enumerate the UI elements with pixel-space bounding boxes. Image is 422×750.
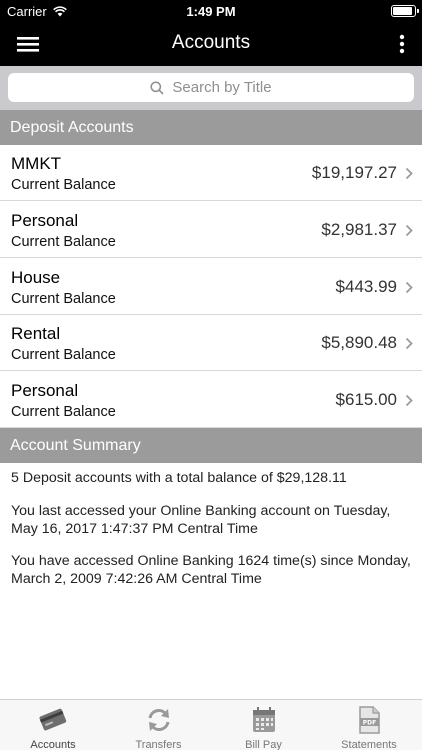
status-time: 1:49 PM xyxy=(186,4,236,19)
battery-icon xyxy=(391,5,419,17)
summary-access-count-text: You have accessed Online Banking 1624 ti… xyxy=(11,553,411,587)
account-balance-label: Current Balance xyxy=(11,234,116,250)
svg-text:PDF: PDF xyxy=(363,720,376,727)
kebab-menu-icon xyxy=(399,34,405,54)
transfers-arrows-icon xyxy=(148,709,169,731)
tab-accounts[interactable]: Accounts xyxy=(0,700,106,750)
page-title: Accounts xyxy=(171,32,251,53)
account-balance-label: Current Balance xyxy=(11,404,116,420)
account-summary-header: Account Summary xyxy=(0,428,422,463)
search-placeholder: Search by Title xyxy=(172,79,272,96)
account-balance: $2,981.37 xyxy=(321,220,397,239)
search-icon xyxy=(150,80,164,95)
account-balance: $5,890.48 xyxy=(321,333,397,352)
tab-label: Statements xyxy=(341,739,397,750)
tab-transfers[interactable]: Transfers xyxy=(106,700,211,750)
status-bar: Carrier 1:49 PM xyxy=(0,0,422,22)
summary-total-text: 5 Deposit accounts with a total balance … xyxy=(11,470,347,486)
search-area: Search by Title xyxy=(0,66,422,110)
chevron-right-icon xyxy=(405,224,413,237)
account-row[interactable]: Personal Current Balance $615.00 xyxy=(0,372,422,428)
accounts-card-icon xyxy=(39,708,67,731)
chevron-right-icon xyxy=(405,394,413,407)
account-balance-label: Current Balance xyxy=(11,177,116,193)
account-row[interactable]: Personal Current Balance $2,981.37 xyxy=(0,202,422,258)
account-name: MMKT xyxy=(11,154,62,173)
chevron-right-icon xyxy=(405,167,413,180)
tab-label: Bill Pay xyxy=(245,739,282,750)
account-balance: $19,197.27 xyxy=(311,163,397,182)
tab-statements[interactable]: PDF Statements xyxy=(316,700,422,750)
search-input[interactable]: Search by Title xyxy=(8,73,414,102)
account-balance-label: Current Balance xyxy=(11,291,116,307)
tab-bill-pay[interactable]: Bill Pay xyxy=(211,700,316,750)
tab-bar: Accounts Transfers Bill Pay PDF Statemen… xyxy=(0,699,422,750)
account-balance: $615.00 xyxy=(335,390,397,409)
chevron-right-icon xyxy=(405,281,413,294)
account-row[interactable]: House Current Balance $443.99 xyxy=(0,259,422,315)
deposit-accounts-header: Deposit Accounts xyxy=(0,110,422,145)
account-name: Personal xyxy=(11,381,79,400)
account-name: Personal xyxy=(11,211,79,230)
account-balance: $443.99 xyxy=(335,277,397,296)
tab-label: Accounts xyxy=(30,739,76,750)
account-balance-label: Current Balance xyxy=(11,347,116,363)
account-row[interactable]: Rental Current Balance $5,890.48 xyxy=(0,315,422,371)
summary-last-access-text: You last accessed your Online Banking ac… xyxy=(11,503,391,537)
tab-label: Transfers xyxy=(135,739,182,750)
account-name: Rental xyxy=(11,324,61,343)
account-name: House xyxy=(11,268,61,287)
account-row[interactable]: MMKT Current Balance $19,197.27 xyxy=(0,145,422,201)
calendar-icon xyxy=(252,707,275,732)
nav-bar: Accounts xyxy=(0,22,422,66)
chevron-right-icon xyxy=(405,337,413,350)
more-options-button[interactable] xyxy=(392,30,412,58)
pdf-document-icon: PDF xyxy=(359,706,380,734)
